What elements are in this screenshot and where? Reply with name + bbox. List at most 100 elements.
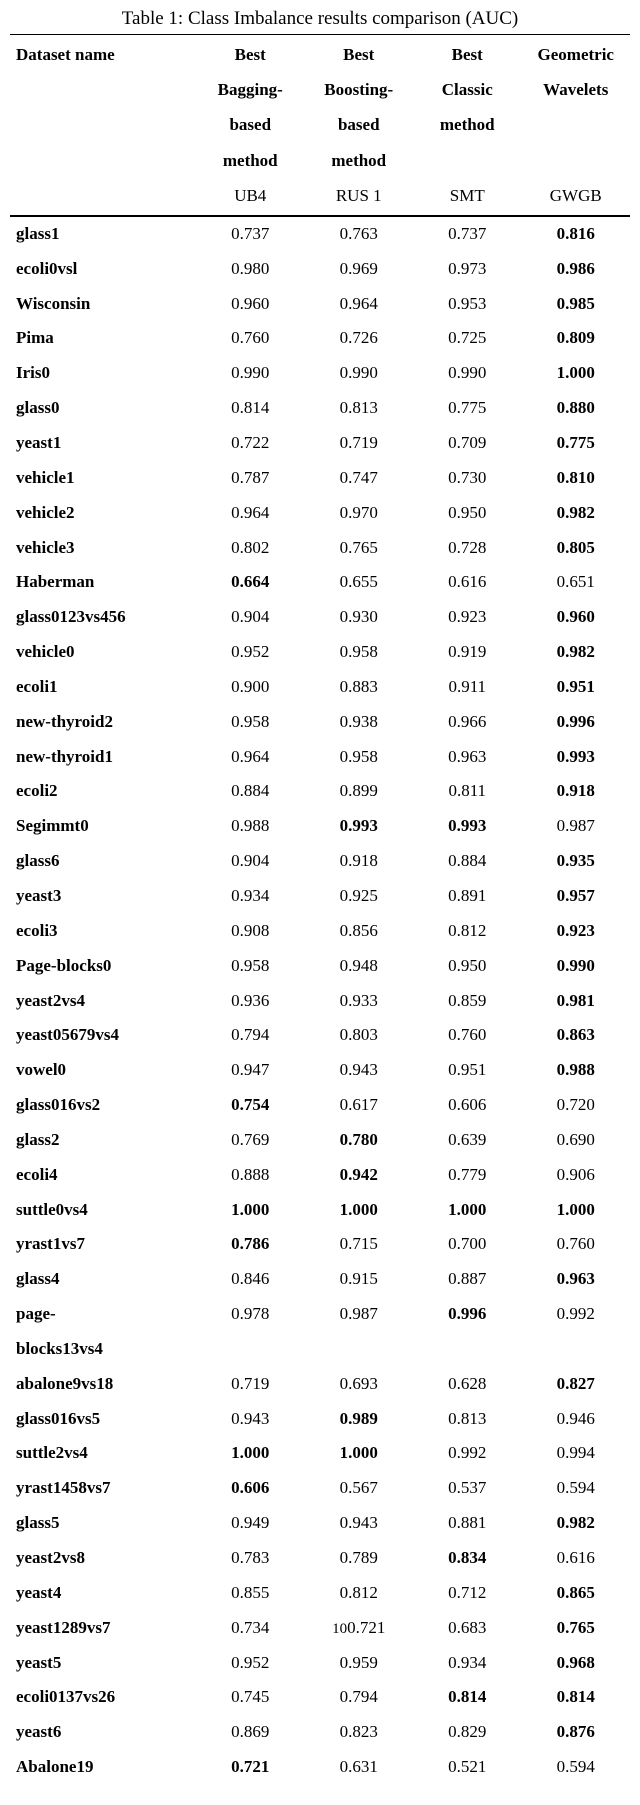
col-header-boosting-l3: based bbox=[305, 105, 414, 140]
value-cell: 0.737 bbox=[196, 216, 305, 252]
table-row: yeast40.8550.8120.7120.865 bbox=[10, 1576, 630, 1611]
table-row: blocks13vs4 bbox=[10, 1332, 630, 1367]
value-cell: 0.783 bbox=[196, 1541, 305, 1576]
table-row: new-thyroid10.9640.9580.9630.993 bbox=[10, 740, 630, 775]
value-cell: 0.943 bbox=[305, 1053, 414, 1088]
dataset-name-cell: yeast1289vs7 bbox=[10, 1611, 196, 1646]
dataset-name-cell: Pima bbox=[10, 321, 196, 356]
value-cell: 0.869 bbox=[196, 1715, 305, 1750]
table-row: glass10.7370.7630.7370.816 bbox=[10, 216, 630, 252]
dataset-name-cell: vehicle0 bbox=[10, 635, 196, 670]
value-cell: 0.639 bbox=[413, 1123, 522, 1158]
value-cell: 0.813 bbox=[305, 391, 414, 426]
value-cell: 0.994 bbox=[522, 1436, 631, 1471]
dataset-name-cell: yeast5 bbox=[10, 1646, 196, 1681]
value-cell: 0.606 bbox=[196, 1471, 305, 1506]
value-cell: 0.712 bbox=[413, 1576, 522, 1611]
value-cell: 0.760 bbox=[522, 1227, 631, 1262]
dataset-name-cell: suttle0vs4 bbox=[10, 1193, 196, 1228]
table-row: glass40.8460.9150.8870.963 bbox=[10, 1262, 630, 1297]
value-cell: 0.904 bbox=[196, 600, 305, 635]
table-row: vehicle20.9640.9700.9500.982 bbox=[10, 496, 630, 531]
value-cell: 0.900 bbox=[196, 670, 305, 705]
dataset-name-cell: yeast2vs4 bbox=[10, 984, 196, 1019]
dataset-name-cell: Iris0 bbox=[10, 356, 196, 391]
results-table: Dataset name Best Best Best Geometric Ba… bbox=[10, 34, 630, 1785]
value-cell: 0.737 bbox=[413, 216, 522, 252]
table-row: glass50.9490.9430.8810.982 bbox=[10, 1506, 630, 1541]
value-cell: 0.814 bbox=[413, 1680, 522, 1715]
value-cell: 0.651 bbox=[522, 565, 631, 600]
table-row: yeast1289vs70.734100.7210.6830.765 bbox=[10, 1611, 630, 1646]
table-row: glass20.7690.7800.6390.690 bbox=[10, 1123, 630, 1158]
value-cell: 0.888 bbox=[196, 1158, 305, 1193]
dataset-name-cell: glass0 bbox=[10, 391, 196, 426]
value-cell: 100.721 bbox=[305, 1611, 414, 1646]
col-header-classic-l2: Classic bbox=[413, 70, 522, 105]
value-cell: 0.655 bbox=[305, 565, 414, 600]
value-cell: 0.786 bbox=[196, 1227, 305, 1262]
value-cell bbox=[305, 1332, 414, 1367]
value-cell: 0.734 bbox=[196, 1611, 305, 1646]
value-cell: 0.988 bbox=[196, 809, 305, 844]
value-cell: 0.683 bbox=[413, 1611, 522, 1646]
table-row: Iris00.9900.9900.9901.000 bbox=[10, 356, 630, 391]
value-cell: 0.594 bbox=[522, 1750, 631, 1785]
value-cell: 0.863 bbox=[522, 1018, 631, 1053]
table-row: vowel00.9470.9430.9510.988 bbox=[10, 1053, 630, 1088]
value-cell: 0.963 bbox=[413, 740, 522, 775]
value-cell: 0.915 bbox=[305, 1262, 414, 1297]
value-cell: 0.993 bbox=[305, 809, 414, 844]
value-cell: 0.829 bbox=[413, 1715, 522, 1750]
value-cell: 1.000 bbox=[196, 1193, 305, 1228]
table-row: glass016vs20.7540.6170.6060.720 bbox=[10, 1088, 630, 1123]
dataset-name-cell: glass016vs5 bbox=[10, 1402, 196, 1437]
value-cell: 0.802 bbox=[196, 531, 305, 566]
dataset-name-cell: yeast4 bbox=[10, 1576, 196, 1611]
value-cell: 0.950 bbox=[413, 949, 522, 984]
value-cell: 0.987 bbox=[522, 809, 631, 844]
value-cell: 0.887 bbox=[413, 1262, 522, 1297]
value-cell: 0.964 bbox=[196, 740, 305, 775]
value-cell: 0.725 bbox=[413, 321, 522, 356]
value-cell: 0.959 bbox=[305, 1646, 414, 1681]
table-row: Segimmt00.9880.9930.9930.987 bbox=[10, 809, 630, 844]
value-cell: 0.745 bbox=[196, 1680, 305, 1715]
value-cell: 0.982 bbox=[522, 635, 631, 670]
value-cell: 0.951 bbox=[522, 670, 631, 705]
table-row: yeast2vs80.7830.7890.8340.616 bbox=[10, 1541, 630, 1576]
value-cell: 0.715 bbox=[305, 1227, 414, 1262]
dataset-name-cell: ecoli1 bbox=[10, 670, 196, 705]
dataset-name-cell: glass5 bbox=[10, 1506, 196, 1541]
table-row: yrast1vs70.7860.7150.7000.760 bbox=[10, 1227, 630, 1262]
col-header-classic-l1: Best bbox=[413, 35, 522, 71]
value-cell: 0.996 bbox=[522, 705, 631, 740]
value-cell: 0.904 bbox=[196, 844, 305, 879]
value-cell: 0.880 bbox=[522, 391, 631, 426]
sub-header-smt: SMT bbox=[413, 176, 522, 216]
value-cell: 0.934 bbox=[196, 879, 305, 914]
value-cell: 0.617 bbox=[305, 1088, 414, 1123]
value-cell: 0.693 bbox=[305, 1367, 414, 1402]
dataset-name-cell: abalone9vs18 bbox=[10, 1367, 196, 1402]
value-cell: 0.728 bbox=[413, 531, 522, 566]
value-cell: 0.963 bbox=[522, 1262, 631, 1297]
value-cell: 0.628 bbox=[413, 1367, 522, 1402]
value-cell: 0.846 bbox=[196, 1262, 305, 1297]
value-cell: 0.760 bbox=[413, 1018, 522, 1053]
sub-header-ub4: UB4 bbox=[196, 176, 305, 216]
value-cell: 0.947 bbox=[196, 1053, 305, 1088]
value-cell: 0.950 bbox=[413, 496, 522, 531]
table-body: glass10.7370.7630.7370.816ecoli0vsl0.980… bbox=[10, 216, 630, 1785]
value-cell: 0.960 bbox=[196, 287, 305, 322]
value-cell: 0.951 bbox=[413, 1053, 522, 1088]
value-cell: 0.616 bbox=[522, 1541, 631, 1576]
value-cell: 0.981 bbox=[522, 984, 631, 1019]
dataset-name-cell: Wisconsin bbox=[10, 287, 196, 322]
dataset-name-cell: new-thyroid1 bbox=[10, 740, 196, 775]
table-row: Page-blocks00.9580.9480.9500.990 bbox=[10, 949, 630, 984]
value-cell: 0.779 bbox=[413, 1158, 522, 1193]
value-cell: 0.953 bbox=[413, 287, 522, 322]
col-header-bagging-l4: method bbox=[196, 141, 305, 176]
value-cell: 0.985 bbox=[522, 287, 631, 322]
